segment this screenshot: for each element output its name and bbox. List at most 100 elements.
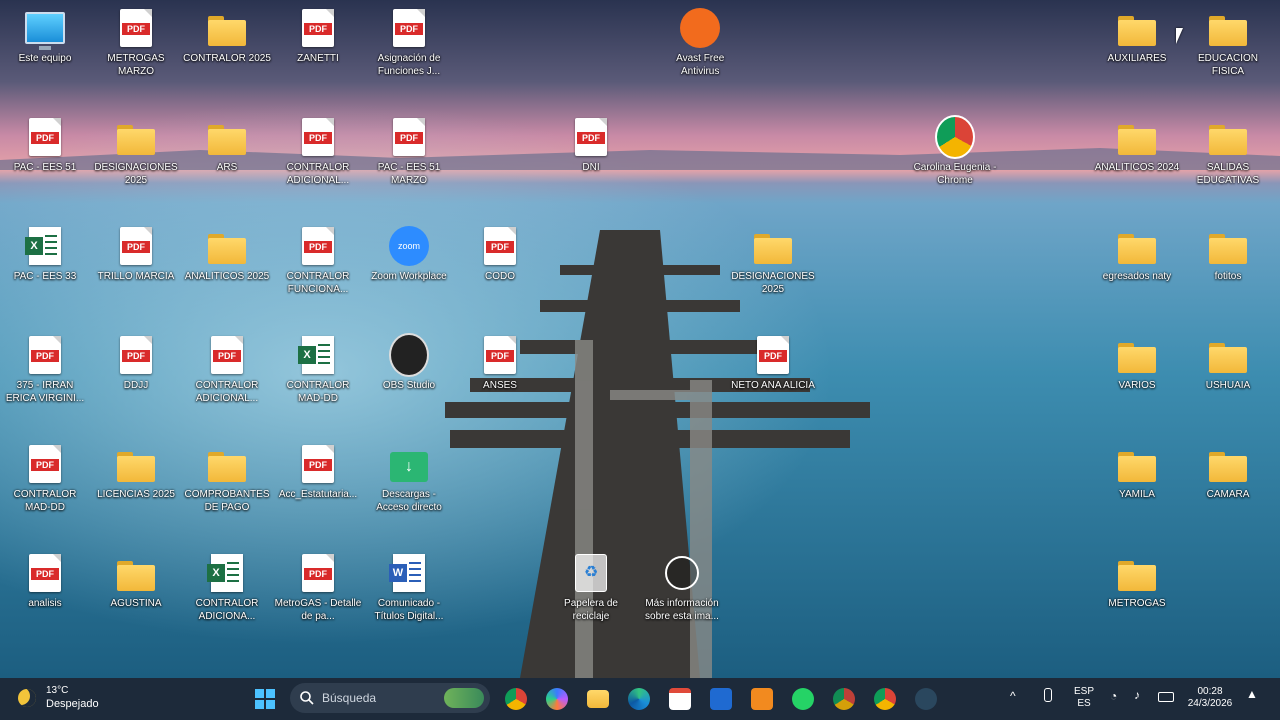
obs-icon — [389, 333, 429, 377]
desktop-icon[interactable]: PDF analisis — [0, 549, 90, 649]
weather-widget[interactable]: 13°C Despejado — [14, 683, 124, 713]
desktop-icon-graphic — [207, 8, 247, 48]
desktop-icon-graphic: PDF — [389, 117, 429, 157]
desktop-icon-graphic: X — [207, 553, 247, 593]
desktop-icon[interactable]: PDF DNI — [546, 113, 636, 213]
desktop-icon[interactable]: OBS Studio — [364, 331, 454, 431]
taskbar-app-orange[interactable] — [747, 684, 777, 714]
desktop-icon[interactable]: SALIDAS EDUCATIVAS — [1183, 113, 1273, 213]
desktop-icon[interactable]: ANALITICOS 2024 — [1092, 113, 1182, 213]
desktop-icon[interactable]: CONTRALOR 2025 — [182, 4, 272, 104]
desktop-icon-label: METROGAS — [1108, 598, 1166, 609]
tray-chevron-icon[interactable]: ^ — [1010, 690, 1016, 702]
lang-bottom: ES — [1077, 698, 1091, 709]
desktop-icon[interactable]: DESIGNACIONES 2025 — [728, 222, 818, 322]
desktop-icon[interactable]: ANALITICOS 2025 — [182, 222, 272, 322]
desktop-icon[interactable]: PDF CONTRALOR FUNCIONA... — [273, 222, 363, 322]
desktop-icon[interactable]: PDF MetroGAS - Detalle de pa... — [273, 549, 363, 649]
desktop-icon[interactable]: PDF CODO — [455, 222, 545, 322]
battery-icon[interactable] — [1158, 692, 1174, 702]
folder-icon — [208, 16, 246, 46]
desktop-icon[interactable]: PDF ZANETTI — [273, 4, 363, 104]
desktop-icon[interactable]: fotitos — [1183, 222, 1273, 322]
taskbar-chrome-2[interactable] — [870, 684, 900, 714]
desktop-icon[interactable]: PDF PAC - EES 51 — [0, 113, 90, 213]
desktop-icon[interactable]: X PAC - EES 33 — [0, 222, 90, 322]
desktop-icon[interactable]: VARIOS — [1092, 331, 1182, 431]
taskbar-search[interactable]: Búsqueda — [290, 683, 490, 713]
volume-icon[interactable]: ♪ — [1134, 689, 1140, 701]
desktop-icon[interactable]: PDF Asignación de Funciones J... — [364, 4, 454, 104]
desktop-icon[interactable]: PDF CONTRALOR ADICIONAL... — [182, 331, 272, 431]
desktop-icon[interactable]: COMPROBANTES DE PAGO — [182, 440, 272, 540]
desktop-icon-graphic — [1117, 444, 1157, 484]
microphone-icon[interactable] — [1044, 688, 1052, 702]
desktop-icon[interactable]: PDF CONTRALOR MAD-DD — [0, 440, 90, 540]
weather-temp: 13°C — [46, 685, 69, 696]
desktop-icon[interactable]: PDF NETO ANA ALICIA — [728, 331, 818, 431]
desktop-icon[interactable]: PDF METROGAS MARZO — [91, 4, 181, 104]
desktop-icon[interactable]: USHUAIA — [1183, 331, 1273, 431]
wifi-icon[interactable]: ◔ — [1110, 690, 1117, 702]
desktop-icon[interactable]: CAMARA — [1183, 440, 1273, 540]
language-indicator[interactable]: ESP ES — [1070, 686, 1098, 710]
desktop-icon[interactable]: Avast Free Antivirus — [655, 4, 745, 104]
folder-icon — [1209, 125, 1247, 155]
desktop-icon[interactable]: zoom Zoom Workplace — [364, 222, 454, 322]
desktop-icon[interactable]: PDF 375 - IRRAN ERICA VIRGINI... — [0, 331, 90, 431]
folder-icon — [117, 452, 155, 482]
desktop-icon-label: CONTRALOR ADICIONAL... — [195, 380, 259, 404]
desktop-icon[interactable]: X CONTRALOR ADICIONA... — [182, 549, 272, 649]
desktop-icon[interactable]: W Comunicado - Títulos Digital... — [364, 549, 454, 649]
clock-date: 24/3/2026 — [1187, 698, 1233, 709]
desktop-icon-label: DDJJ — [123, 380, 149, 391]
desktop-icon[interactable]: Este equipo — [0, 4, 90, 104]
desktop-icon-graphic: PDF — [116, 8, 156, 48]
pdf-icon: PDF — [302, 9, 334, 47]
desktop-icon[interactable]: egresados naty — [1092, 222, 1182, 322]
desktop-icon[interactable]: PDF CONTRALOR ADICIONAL... — [273, 113, 363, 213]
excel-icon: X — [207, 554, 243, 592]
taskbar-edge[interactable] — [624, 684, 654, 714]
taskbar-calendar[interactable] — [665, 684, 695, 714]
taskbar-outlook[interactable] — [706, 684, 736, 714]
desktop-icon[interactable]: PDF ANSES — [455, 331, 545, 431]
desktop-icon-label: ANALITICOS 2025 — [184, 271, 270, 282]
folder-icon — [208, 234, 246, 264]
desktop-icon[interactable]: Más información sobre esta ima... — [637, 549, 727, 649]
desktop-icon[interactable]: PDF PAC - EES 51 MARZO — [364, 113, 454, 213]
desktop-icon[interactable]: ARS — [182, 113, 272, 213]
desktop-icon[interactable]: YAMILA — [1092, 440, 1182, 540]
desktop-icon-label: AUXILIARES — [1107, 53, 1167, 64]
desktop-icon[interactable]: LICENCIAS 2025 — [91, 440, 181, 540]
desktop-icon-label: USHUAIA — [1205, 380, 1251, 391]
desktop-icon-label: Descargas - Acceso directo — [376, 489, 442, 513]
desktop-icon[interactable]: X CONTRALOR MAD-DD — [273, 331, 363, 431]
desktop-icon[interactable]: ↓ Descargas - Acceso directo — [364, 440, 454, 540]
folder-icon — [1118, 16, 1156, 46]
notification-bell-icon[interactable]: ▲ — [1246, 688, 1258, 700]
taskbar-copilot[interactable] — [542, 684, 572, 714]
folder-icon — [1209, 234, 1247, 264]
desktop-icon[interactable]: AGUSTINA — [91, 549, 181, 649]
desktop-icon-graphic: PDF — [25, 335, 65, 375]
desktop-icon-graphic: PDF — [298, 8, 338, 48]
desktop-icon[interactable]: EDUCACION FISICA — [1183, 4, 1273, 104]
desktop-icon[interactable]: METROGAS — [1092, 549, 1182, 649]
taskbar-file-explorer[interactable] — [583, 684, 613, 714]
desktop-icon[interactable]: AUXILIARES — [1092, 4, 1182, 104]
clock[interactable]: 00:28 24/3/2026 — [1180, 686, 1240, 710]
desktop-icon[interactable]: ♻ Papelera de reciclaje — [546, 549, 636, 649]
taskbar-chrome-profile[interactable] — [829, 684, 859, 714]
chrome-profile-icon — [833, 688, 855, 710]
taskbar-steam[interactable] — [911, 684, 941, 714]
taskbar-whatsapp[interactable] — [788, 684, 818, 714]
desktop-icon[interactable]: PDF TRILLO MARCIA — [91, 222, 181, 322]
desktop-icon[interactable]: DESIGNACIONES 2025 — [91, 113, 181, 213]
taskbar-chrome[interactable] — [501, 684, 531, 714]
desktop-icon[interactable]: PDF Acc_Estatutaria... — [273, 440, 363, 540]
start-button[interactable] — [250, 684, 280, 714]
folder-icon — [1118, 561, 1156, 591]
desktop-icon[interactable]: Carolina Eugenia - Chrome — [910, 113, 1000, 213]
desktop-icon[interactable]: PDF DDJJ — [91, 331, 181, 431]
